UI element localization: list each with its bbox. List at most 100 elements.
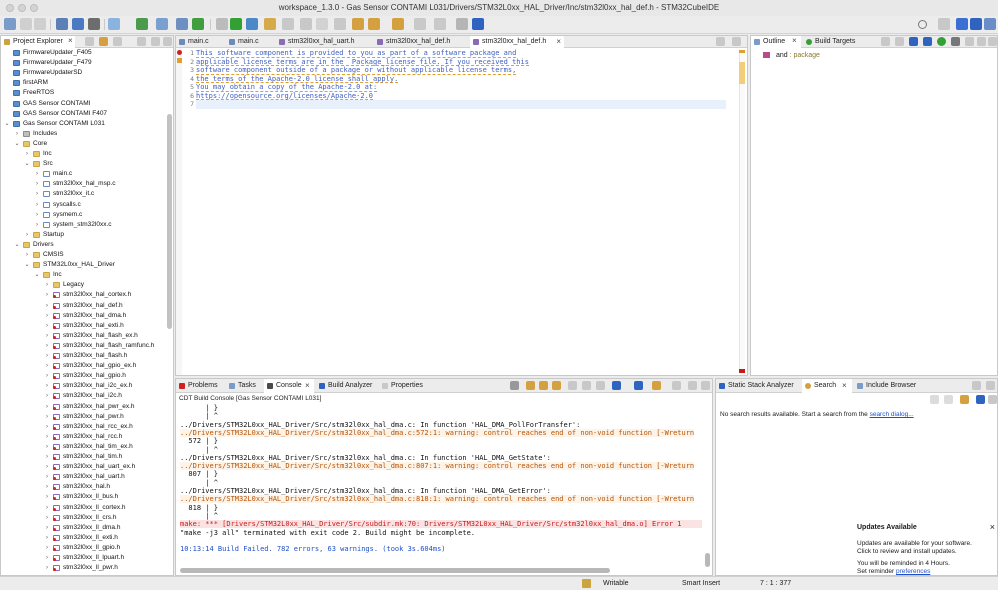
run-icon[interactable]	[230, 18, 242, 30]
maximize-icon[interactable]	[986, 381, 995, 390]
close-icon[interactable]: ×	[792, 36, 797, 45]
chevron-down-icon[interactable]: ⌄	[24, 159, 30, 169]
chevron-right-icon[interactable]: ›	[44, 553, 50, 563]
chevron-right-icon[interactable]: ›	[44, 391, 50, 401]
overview-marker[interactable]	[739, 62, 745, 84]
maximize-icon[interactable]	[163, 37, 172, 46]
tab-tasks[interactable]: Tasks	[226, 379, 264, 393]
editor-tab[interactable]: stm32l0xx_hal_def.h ×	[470, 36, 564, 48]
chevron-right-icon[interactable]: ›	[34, 179, 40, 189]
link-with-editor-icon[interactable]	[99, 37, 108, 46]
chevron-right-icon[interactable]: ›	[24, 230, 30, 240]
new-class-icon[interactable]	[176, 18, 188, 30]
console-hscrollbar[interactable]	[180, 568, 610, 573]
close-icon[interactable]: ×	[68, 36, 73, 45]
chevron-right-icon[interactable]: ›	[34, 220, 40, 230]
hide-nonpublic-icon[interactable]	[937, 37, 946, 46]
chevron-right-icon[interactable]: ›	[44, 331, 50, 341]
chevron-down-icon[interactable]: ⌄	[24, 260, 30, 270]
close-icon[interactable]: ×	[305, 379, 310, 393]
chevron-right-icon[interactable]: ›	[44, 523, 50, 533]
remove-result-icon[interactable]	[930, 395, 939, 404]
tab-build-targets[interactable]: Build Targets	[803, 36, 873, 48]
chevron-right-icon[interactable]: ›	[44, 513, 50, 523]
chevron-right-icon[interactable]: ›	[34, 169, 40, 179]
back-icon[interactable]	[414, 18, 426, 30]
minimize-window-icon[interactable]	[18, 4, 26, 12]
chevron-down-icon[interactable]: ⌄	[4, 119, 10, 129]
chevron-right-icon[interactable]: ›	[44, 341, 50, 351]
previous-annotation-icon[interactable]	[368, 18, 380, 30]
tab-include-browser[interactable]: Include Browser	[854, 379, 924, 393]
zoom-window-icon[interactable]	[30, 4, 38, 12]
search-icon[interactable]	[918, 20, 927, 29]
information-icon[interactable]	[472, 18, 484, 30]
maximize-icon[interactable]	[701, 381, 710, 390]
search-menu-icon[interactable]	[264, 18, 276, 30]
updates-notification[interactable]: Updates Available × Updates are availabl…	[853, 521, 997, 575]
chevron-right-icon[interactable]: ›	[44, 472, 50, 482]
outline-item[interactable]: and : package	[763, 51, 820, 61]
code-area[interactable]: 1 This software component is provided to …	[176, 49, 733, 375]
save-all-icon[interactable]	[34, 18, 46, 30]
open-perspective-icon[interactable]	[938, 18, 950, 30]
minimize-icon[interactable]	[977, 37, 986, 46]
chevron-right-icon[interactable]: ›	[14, 129, 20, 139]
chevron-right-icon[interactable]: ›	[24, 149, 30, 159]
chevron-right-icon[interactable]: ›	[44, 321, 50, 331]
chevron-right-icon[interactable]: ›	[44, 533, 50, 543]
minimize-icon[interactable]	[151, 37, 160, 46]
chevron-right-icon[interactable]: ›	[44, 311, 50, 321]
hide-macros-icon[interactable]	[951, 37, 960, 46]
chevron-right-icon[interactable]: ›	[44, 432, 50, 442]
collapse-all-icon[interactable]	[881, 37, 890, 46]
last-edit-icon[interactable]	[392, 18, 404, 30]
chevron-right-icon[interactable]: ›	[44, 351, 50, 361]
tab-build-analyzer[interactable]: Build Analyzer	[316, 379, 378, 393]
tab-problems[interactable]: Problems	[176, 379, 226, 393]
clear-console-icon[interactable]	[568, 381, 577, 390]
chevron-right-icon[interactable]: ›	[44, 301, 50, 311]
run-configurations-icon[interactable]	[192, 18, 204, 30]
chevron-right-icon[interactable]: ›	[44, 402, 50, 412]
save-icon[interactable]	[20, 18, 32, 30]
chevron-right-icon[interactable]: ›	[34, 210, 40, 220]
search-history-icon[interactable]	[960, 395, 969, 404]
scroll-up-icon[interactable]	[539, 381, 548, 390]
minimize-icon[interactable]	[688, 381, 697, 390]
chevron-right-icon[interactable]: ›	[44, 381, 50, 391]
scroll-down-icon[interactable]	[526, 381, 535, 390]
editor-tab[interactable]: main.c	[176, 36, 224, 48]
editor-tab[interactable]: stm32l0xx_hal_uart.h	[276, 36, 372, 48]
scroll-lock-icon[interactable]	[552, 381, 561, 390]
sort-icon[interactable]	[895, 37, 904, 46]
chevron-down-icon[interactable]: ⌄	[34, 270, 40, 280]
view-menu-icon[interactable]	[672, 381, 681, 390]
hide-fields-icon[interactable]	[909, 37, 918, 46]
open-task-icon[interactable]	[456, 18, 468, 30]
hide-static-icon[interactable]	[923, 37, 932, 46]
editor-tab[interactable]: main.c	[226, 36, 274, 48]
open-console-icon[interactable]	[634, 381, 643, 390]
view-menu-icon[interactable]	[965, 37, 974, 46]
new-icon[interactable]	[4, 18, 16, 30]
build-icon[interactable]	[72, 18, 84, 30]
collapse-all-icon[interactable]	[85, 37, 94, 46]
remove-all-results-icon[interactable]	[944, 395, 953, 404]
build-settings-icon[interactable]	[56, 18, 68, 30]
debug-perspective-icon[interactable]	[984, 18, 996, 30]
tab-project-explorer[interactable]: Project Explorer	[1, 36, 75, 48]
new-project-icon[interactable]	[136, 18, 148, 30]
debug-icon[interactable]	[216, 18, 228, 30]
maximize-icon[interactable]	[732, 37, 741, 46]
chevron-right-icon[interactable]: ›	[44, 412, 50, 422]
chevron-right-icon[interactable]: ›	[44, 371, 50, 381]
pin-search-icon[interactable]	[976, 395, 985, 404]
next-annotation-icon[interactable]	[352, 18, 364, 30]
cpp-perspective-icon[interactable]	[956, 18, 968, 30]
open-element-icon[interactable]	[156, 18, 168, 30]
chevron-right-icon[interactable]: ›	[44, 503, 50, 513]
whitespace-icon[interactable]	[334, 18, 346, 30]
close-icon[interactable]: ×	[842, 379, 847, 393]
chevron-right-icon[interactable]: ›	[44, 462, 50, 472]
